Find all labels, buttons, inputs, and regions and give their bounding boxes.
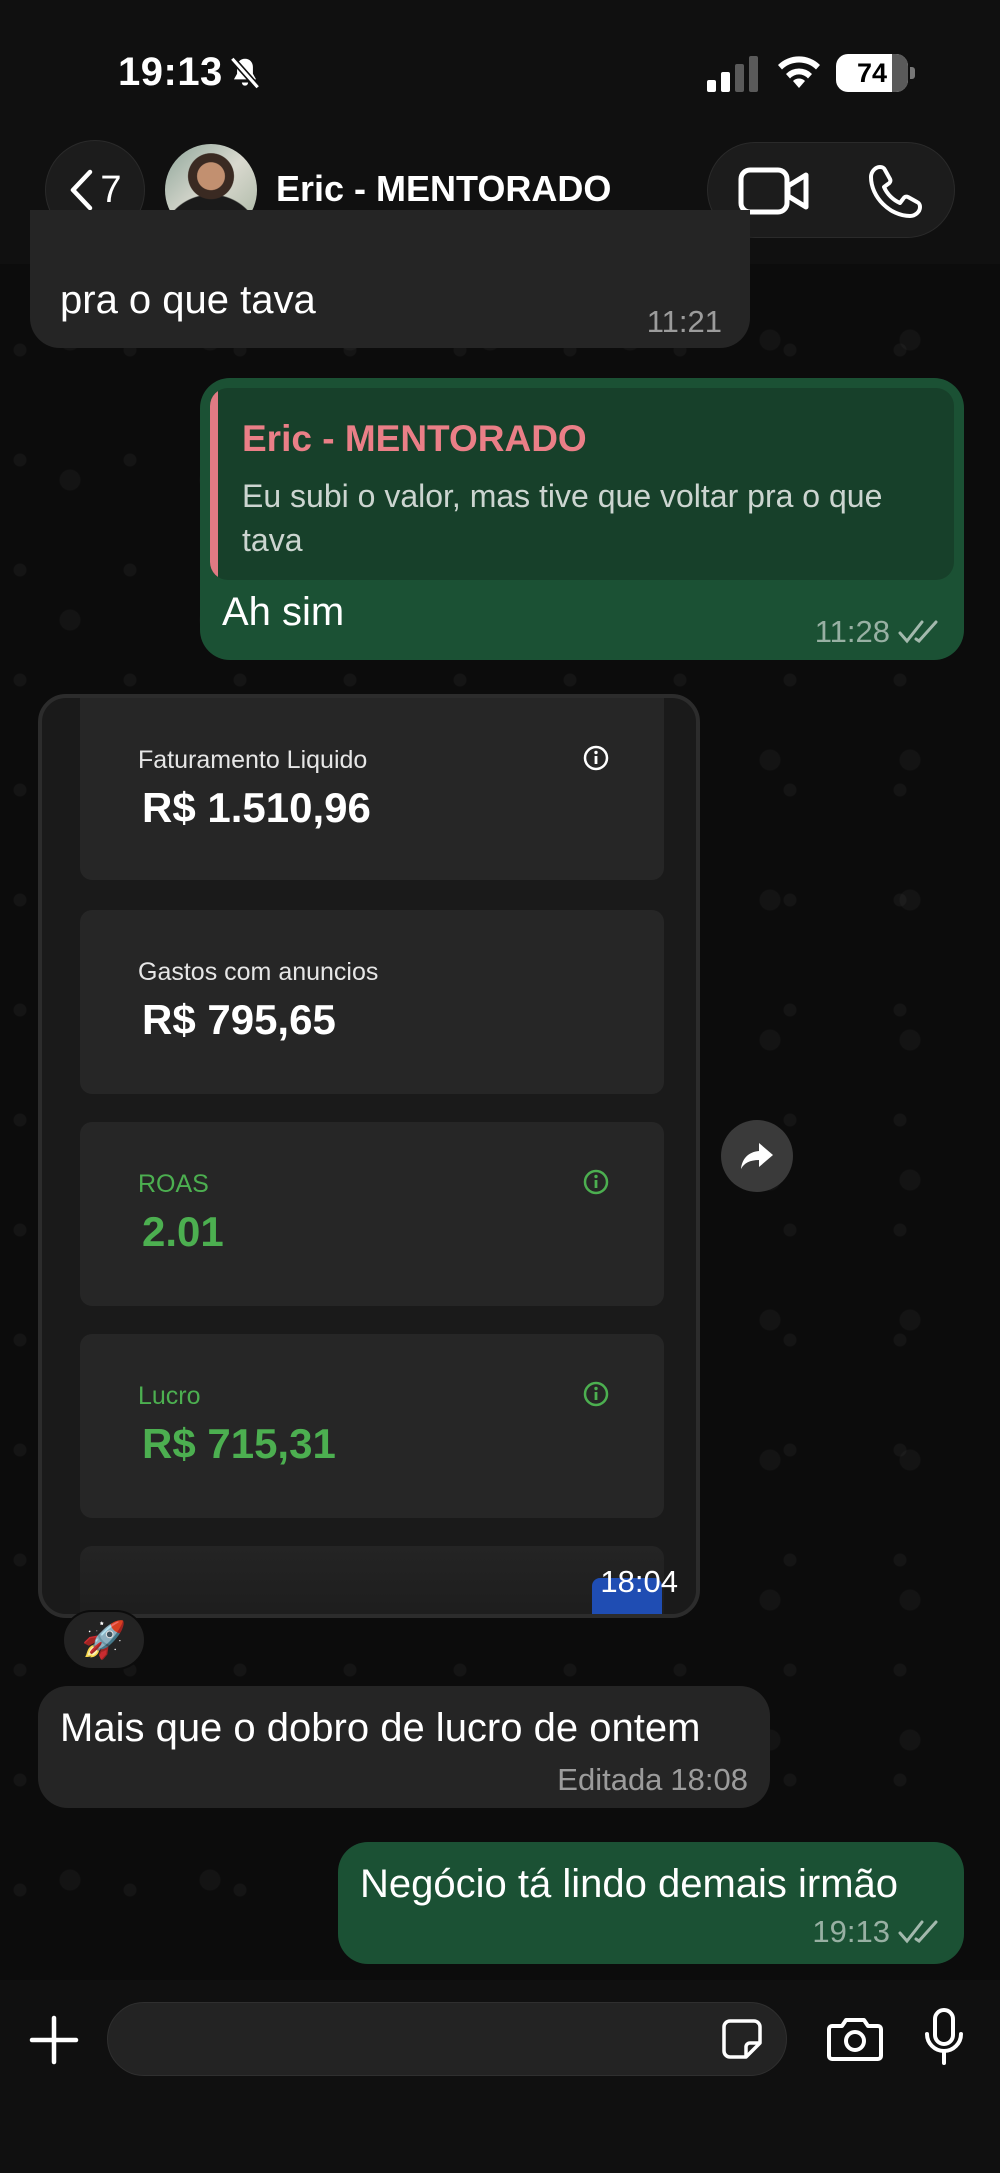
sticker-icon[interactable] (720, 2017, 764, 2061)
metric-value: R$ 1.510,96 (142, 784, 371, 831)
quote-accent-bar (210, 388, 218, 580)
quote-text: Eu subi o valor, mas tive que voltar pra… (242, 478, 883, 558)
forward-button[interactable] (721, 1120, 793, 1192)
status-bar: 19:13 74 (0, 0, 1000, 140)
metric-label: Gastos com anuncios (138, 958, 379, 986)
image-timestamp: 18:04 (600, 1564, 678, 1599)
metric-label: ROAS (138, 1170, 209, 1198)
message-timestamp: 11:21 (646, 304, 722, 339)
unread-count: 7 (100, 168, 122, 211)
metric-value: 2.01 (142, 1208, 224, 1255)
info-icon (583, 1169, 609, 1195)
bell-off-icon (229, 56, 261, 90)
voice-call-icon[interactable] (868, 163, 924, 219)
edited-label: Editada (557, 1762, 663, 1797)
read-receipt-icon (898, 620, 938, 644)
battery-indicator: 74 (836, 54, 915, 92)
message-time: 19:13 (812, 1914, 942, 1950)
composer-bar (0, 1980, 1000, 2173)
status-time: 19:13 (118, 50, 223, 94)
info-icon (583, 745, 609, 771)
metric-card-profit: Lucro R$ 715,31 (80, 1334, 664, 1518)
metric-value: R$ 795,65 (142, 996, 336, 1043)
quoted-message[interactable]: Eric - MENTORADO Eu subi o valor, mas ti… (210, 388, 954, 580)
message-time: 11:21 (647, 304, 722, 340)
metric-card-roas: ROAS 2.01 (80, 1122, 664, 1306)
message-timestamp: 18:08 (670, 1762, 748, 1797)
message-text: Mais que o dobro de lucro de ontem (60, 1706, 701, 1750)
share-arrow-icon (741, 1143, 773, 1169)
plus-icon[interactable] (28, 2014, 80, 2066)
message-reaction[interactable]: 🚀 (62, 1610, 146, 1670)
cellular-signal-icon (707, 56, 758, 92)
metric-card-ad-spend: Gastos com anuncios R$ 795,65 (80, 910, 664, 1094)
message-time: 11:28 (815, 614, 942, 650)
camera-icon[interactable] (826, 2016, 884, 2062)
outgoing-message[interactable]: Negócio tá lindo demais irmão 19:13 (338, 1842, 964, 1964)
message-input[interactable] (107, 2002, 787, 2076)
metric-card-revenue: Faturamento Liquido R$ 1.510,96 (80, 698, 664, 880)
message-text: Negócio tá lindo demais irmão (360, 1862, 899, 1906)
microphone-icon[interactable] (924, 2008, 964, 2066)
metric-label: Faturamento Liquido (138, 746, 368, 774)
contact-name[interactable]: Eric - MENTORADO (276, 168, 611, 210)
incoming-message[interactable]: Mais que o dobro de lucro de ontem Edita… (38, 1686, 770, 1808)
wifi-icon (778, 56, 820, 88)
image-message[interactable]: Faturamento Liquido R$ 1.510,96 Gastos c… (38, 694, 700, 1618)
read-receipt-icon (898, 1920, 938, 1944)
chevron-left-icon (71, 169, 93, 211)
message-text: Ah sim (222, 590, 345, 634)
metric-label: Lucro (138, 1382, 201, 1410)
info-icon (583, 1381, 609, 1407)
incoming-message[interactable]: pra o que tava 11:21 (30, 210, 750, 348)
quote-author: Eric - MENTORADO (242, 418, 587, 459)
message-time: Editada 18:08 (557, 1762, 748, 1798)
metric-value: R$ 715,31 (142, 1420, 336, 1467)
message-text: pra o que tava (60, 278, 316, 322)
battery-level: 74 (856, 58, 888, 88)
message-timestamp: 19:13 (812, 1914, 890, 1949)
outgoing-reply-message[interactable]: Eric - MENTORADO Eu subi o valor, mas ti… (200, 378, 964, 660)
message-timestamp: 11:28 (814, 614, 890, 649)
